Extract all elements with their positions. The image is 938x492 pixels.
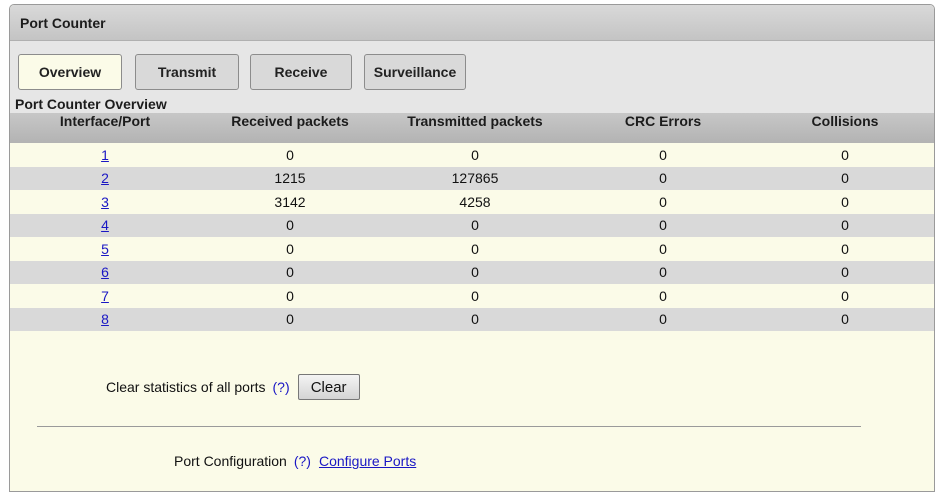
- cell-port: 8: [10, 308, 200, 332]
- cell-crc-errors: 0: [659, 311, 667, 328]
- port-counter-panel: Port Counter Overview Transmit Receive S…: [9, 4, 935, 492]
- table-row: 5 0 0 0 0: [10, 237, 934, 261]
- cell-crc-errors: 0: [659, 146, 667, 163]
- table-row: 2 1215 127865 0 0: [10, 166, 934, 191]
- column-header-collisions: Collisions: [811, 113, 879, 129]
- cell-transmitted: 127865: [451, 170, 499, 187]
- column-header-received: Received packets: [231, 113, 349, 129]
- port-link[interactable]: 3: [101, 194, 109, 210]
- cell-received: 0: [286, 311, 294, 328]
- table-body: 1 0 0 0 0 2 1215 127865 0 0 3 3142 4258 0 0 4 0 0 0 0 5 0 0 0 0 6…: [10, 143, 934, 331]
- table-header-row: Interface/Port Received packets Transmit…: [10, 113, 934, 143]
- cell-port: 3: [10, 190, 200, 214]
- table-row: 1 0 0 0 0: [10, 143, 934, 167]
- cell-crc-errors: 0: [659, 287, 667, 304]
- cell-transmitted: 0: [471, 217, 479, 234]
- cell-received: 0: [286, 217, 294, 234]
- cell-transmitted: 4258: [459, 193, 491, 210]
- cell-port: 7: [10, 284, 200, 308]
- cell-collisions: 0: [841, 146, 849, 163]
- clear-button[interactable]: Clear: [297, 374, 360, 400]
- clear-help-link[interactable]: (?): [273, 379, 290, 395]
- table-row: 6 0 0 0 0: [10, 260, 934, 285]
- port-link[interactable]: 7: [101, 288, 109, 304]
- column-header-crc: CRC Errors: [624, 113, 702, 129]
- port-link[interactable]: 2: [101, 170, 109, 186]
- cell-port: 4: [10, 214, 200, 238]
- config-help-link[interactable]: (?): [294, 453, 311, 469]
- cell-port: 6: [10, 261, 200, 285]
- cell-port: 2: [10, 167, 200, 191]
- cell-crc-errors: 0: [659, 264, 667, 281]
- port-counter-table: Interface/Port Received packets Transmit…: [10, 113, 934, 331]
- tab-receive[interactable]: Receive: [250, 54, 352, 90]
- cell-collisions: 0: [841, 264, 849, 281]
- cell-port: 5: [10, 237, 200, 261]
- table-row: 8 0 0 0 0: [10, 307, 934, 332]
- table-row: 7 0 0 0 0: [10, 284, 934, 308]
- cell-transmitted: 0: [471, 146, 479, 163]
- cell-received: 0: [286, 264, 294, 281]
- cell-crc-errors: 0: [659, 217, 667, 234]
- port-link[interactable]: 5: [101, 241, 109, 257]
- port-link[interactable]: 6: [101, 264, 109, 280]
- cell-transmitted: 0: [471, 287, 479, 304]
- column-header-transmitted: Transmitted packets: [407, 113, 543, 129]
- divider: [37, 426, 861, 427]
- cell-received: 0: [286, 287, 294, 304]
- clear-statistics-row: Clear statistics of all ports (?) Clear: [106, 373, 360, 401]
- column-header-port: Interface/Port: [59, 113, 151, 129]
- cell-received: 3142: [274, 193, 306, 210]
- port-link[interactable]: 1: [101, 147, 109, 163]
- panel-title: Port Counter: [10, 5, 934, 41]
- tab-overview[interactable]: Overview: [18, 54, 122, 90]
- tab-surveillance[interactable]: Surveillance: [364, 54, 466, 90]
- cell-collisions: 0: [841, 217, 849, 234]
- cell-collisions: 0: [841, 287, 849, 304]
- cell-transmitted: 0: [471, 240, 479, 257]
- cell-port: 1: [10, 143, 200, 167]
- section-title: Port Counter Overview: [15, 96, 167, 112]
- clear-statistics-label: Clear statistics of all ports: [106, 379, 266, 395]
- tab-bar: Overview Transmit Receive Surveillance P…: [10, 41, 934, 113]
- cell-received: 0: [286, 240, 294, 257]
- cell-collisions: 0: [841, 311, 849, 328]
- cell-collisions: 0: [841, 170, 849, 187]
- port-configuration-label: Port Configuration: [174, 453, 287, 469]
- tab-transmit[interactable]: Transmit: [135, 54, 239, 90]
- port-link[interactable]: 4: [101, 217, 109, 233]
- table-row: 4 0 0 0 0: [10, 213, 934, 238]
- cell-collisions: 0: [841, 240, 849, 257]
- cell-crc-errors: 0: [659, 170, 667, 187]
- cell-transmitted: 0: [471, 264, 479, 281]
- cell-crc-errors: 0: [659, 240, 667, 257]
- cell-received: 0: [286, 146, 294, 163]
- cell-collisions: 0: [841, 193, 849, 210]
- cell-crc-errors: 0: [659, 193, 667, 210]
- configure-ports-link[interactable]: Configure Ports: [319, 453, 416, 469]
- cell-received: 1215: [274, 170, 306, 187]
- port-link[interactable]: 8: [101, 311, 109, 327]
- cell-transmitted: 0: [471, 311, 479, 328]
- port-configuration-row: Port Configuration (?) Configure Ports: [174, 453, 416, 469]
- table-row: 3 3142 4258 0 0: [10, 190, 934, 214]
